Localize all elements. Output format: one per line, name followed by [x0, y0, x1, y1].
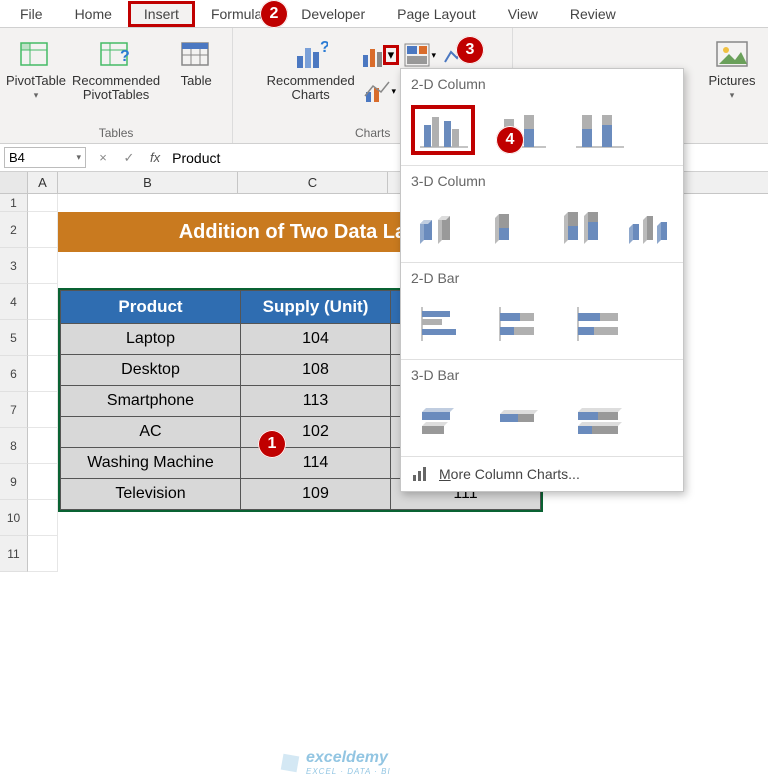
section-3d-bar: 3-D Bar	[401, 360, 683, 390]
rec-charts-label: Recommended Charts	[267, 74, 355, 102]
recommended-charts-button[interactable]: ? Recommended Charts	[267, 38, 355, 102]
section-3d-column: 3-D Column	[401, 166, 683, 196]
3d-column-option[interactable]	[623, 202, 673, 252]
svg-text:?: ?	[120, 48, 130, 65]
row-header[interactable]: 9	[0, 464, 28, 500]
stacked-3d-bar-option[interactable]	[489, 396, 553, 446]
chevron-down-icon: ▾	[34, 90, 39, 101]
stacked-bar-option[interactable]	[489, 299, 553, 349]
pictures-button[interactable]: Pictures ▾	[702, 38, 762, 101]
name-box[interactable]: B4 ▾	[4, 147, 86, 168]
stacked100-3d-column-option[interactable]	[552, 202, 609, 252]
row-header[interactable]: 1	[0, 194, 28, 212]
more-charts-label: ore Column Charts...	[451, 466, 580, 482]
row-header[interactable]: 10	[0, 500, 28, 536]
header-supply: Supply (Unit)	[241, 291, 391, 324]
combo-chart-button[interactable]: ▾	[361, 74, 399, 108]
table-button[interactable]: Table	[166, 38, 226, 88]
stacked100-column-option[interactable]	[567, 105, 631, 155]
table-label: Table	[181, 74, 212, 88]
tab-review[interactable]: Review	[554, 1, 632, 27]
row-header[interactable]: 8	[0, 428, 28, 464]
charts-group-label: Charts	[355, 125, 390, 141]
fx-icon[interactable]: fx	[142, 150, 168, 165]
col-header-c[interactable]: C	[238, 172, 388, 193]
rec-pivot-icon: ?	[99, 38, 133, 72]
watermark: exceldemy EXCEL · DATA · BI	[280, 749, 391, 776]
row-header[interactable]: 2	[0, 212, 28, 248]
hierarchy-chart-button[interactable]: ▾	[401, 38, 439, 72]
clustered-bar-option[interactable]	[411, 299, 475, 349]
pivottable-button[interactable]: PivotTable ▾	[6, 38, 66, 101]
rec-pivot-label: Recommended PivotTables	[72, 74, 160, 102]
callout-3: 3	[456, 36, 484, 64]
col-header-b[interactable]: B	[58, 172, 238, 193]
tab-developer[interactable]: Developer	[285, 1, 381, 27]
tab-page-layout[interactable]: Page Layout	[381, 1, 492, 27]
section-2d-column: 2-D Column	[401, 69, 683, 99]
pivottable-label: PivotTable	[6, 74, 66, 88]
svg-text:?: ?	[320, 39, 328, 56]
clustered-3d-bar-option[interactable]	[411, 396, 475, 446]
more-column-charts-option[interactable]: More Column Charts...	[401, 457, 683, 491]
row-header[interactable]: 4	[0, 284, 28, 320]
row-header[interactable]: 7	[0, 392, 28, 428]
chevron-down-icon: ▾	[730, 90, 735, 101]
picture-icon	[715, 38, 749, 72]
watermark-sub: EXCEL · DATA · BI	[306, 767, 391, 776]
tab-view[interactable]: View	[492, 1, 554, 27]
cancel-formula-button[interactable]: ×	[90, 150, 116, 165]
row-header[interactable]: 5	[0, 320, 28, 356]
chart-icon	[411, 465, 429, 483]
stacked100-3d-bar-option[interactable]	[567, 396, 631, 446]
clustered-3d-column-option[interactable]	[411, 202, 468, 252]
chevron-down-icon: ▾	[76, 152, 81, 163]
column-chart-button[interactable]: ▾	[361, 38, 399, 72]
stacked-3d-column-option[interactable]	[482, 202, 539, 252]
tab-insert[interactable]: Insert	[128, 1, 195, 27]
callout-4: 4	[496, 126, 524, 154]
row-header[interactable]: 11	[0, 536, 28, 572]
select-all-button[interactable]	[0, 172, 28, 193]
table-icon	[179, 38, 213, 72]
tab-home[interactable]: Home	[59, 1, 128, 27]
name-box-value: B4	[9, 150, 25, 165]
stacked100-bar-option[interactable]	[567, 299, 631, 349]
recommended-pivottables-button[interactable]: ? Recommended PivotTables	[72, 38, 160, 102]
column-chart-dropdown-highlighted[interactable]: ▾	[383, 45, 399, 65]
column-chart-dropdown-menu: 2-D Column 3-D Column 2-D Bar 3-D Bar Mo…	[400, 68, 684, 492]
header-product: Product	[61, 291, 241, 324]
group-tables: PivotTable ▾ ? Recommended PivotTables T…	[0, 28, 233, 143]
pictures-label: Pictures	[709, 74, 756, 88]
row-header[interactable]: 6	[0, 356, 28, 392]
section-2d-bar: 2-D Bar	[401, 263, 683, 293]
callout-1: 1	[258, 430, 286, 458]
row-header[interactable]: 3	[0, 248, 28, 284]
callout-2: 2	[260, 0, 288, 28]
group-illustrations-partial: Pictures ▾	[696, 28, 768, 143]
tables-group-label: Tables	[99, 125, 134, 141]
clustered-column-option[interactable]	[411, 105, 475, 155]
watermark-text: exceldemy	[306, 749, 391, 767]
pivot-icon	[19, 38, 53, 72]
enter-formula-button[interactable]: ✓	[116, 150, 142, 166]
tab-file[interactable]: File	[4, 1, 59, 27]
rec-charts-icon: ?	[294, 38, 328, 72]
ribbon-tabs: File Home Insert Formulas Developer Page…	[0, 0, 768, 28]
col-header-a[interactable]: A	[28, 172, 58, 193]
